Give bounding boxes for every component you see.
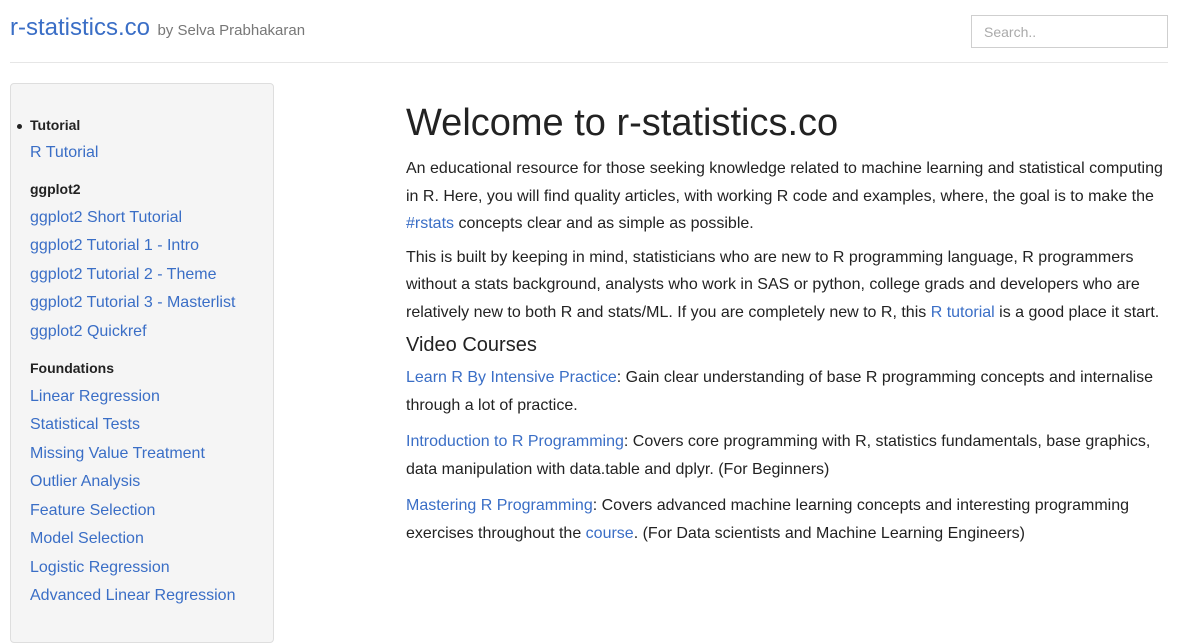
sidebar-item-feature-selection[interactable]: Feature Selection: [30, 502, 155, 520]
sidebar-heading-ggplot2: ggplot2: [30, 181, 81, 197]
r-tutorial-link[interactable]: R tutorial: [931, 304, 995, 321]
byline: by Selva Prabhakaran: [157, 22, 306, 39]
audience-paragraph: This is built by keeping in mind, statis…: [406, 244, 1176, 327]
intro-paragraph: An educational resource for those seekin…: [406, 155, 1176, 238]
course-description-end: . (For Data scientists and Machine Learn…: [633, 524, 1026, 542]
sidebar-heading-tutorial: Tutorial: [30, 117, 81, 133]
intro-text: An educational resource for those seekin…: [406, 160, 1163, 205]
sidebar-item-statistical-tests[interactable]: Statistical Tests: [30, 416, 140, 434]
main-content: Welcome to r-statistics.co An educationa…: [406, 100, 1176, 547]
sidebar-item-ggplot2-short-tutorial[interactable]: ggplot2 Short Tutorial: [30, 209, 182, 227]
sidebar-item-outlier-analysis[interactable]: Outlier Analysis: [30, 473, 140, 491]
course-link-intro-r-programming[interactable]: Introduction to R Programming: [406, 433, 624, 450]
sidebar-heading-foundations: Foundations: [30, 360, 114, 376]
course-item: Introduction to R Programming: Covers co…: [406, 428, 1176, 483]
site-header: r-statistics.co by Selva Prabhakaran: [10, 0, 1168, 63]
page-title: Welcome to r-statistics.co: [406, 102, 839, 144]
rstats-link[interactable]: #rstats: [406, 215, 454, 232]
sidebar-item-advanced-linear-regression[interactable]: Advanced Linear Regression: [30, 587, 235, 605]
course-link-intensive-practice[interactable]: Learn R By Intensive Practice: [406, 369, 617, 386]
course-item: Learn R By Intensive Practice: Gain clea…: [406, 364, 1176, 419]
sidebar-item-linear-regression[interactable]: Linear Regression: [30, 388, 160, 406]
intro-text-end: concepts clear and as simple as possible…: [454, 215, 754, 232]
sidebar-item-missing-value-treatment[interactable]: Missing Value Treatment: [30, 445, 205, 463]
sidebar-item-ggplot2-tutorial-2[interactable]: ggplot2 Tutorial 2 - Theme: [30, 266, 216, 284]
video-courses-heading: Video Courses: [406, 334, 537, 356]
sidebar-nav: Tutorial R Tutorial ggplot2 ggplot2 Shor…: [10, 83, 274, 643]
sidebar-item-logistic-regression[interactable]: Logistic Regression: [30, 559, 170, 577]
search-input[interactable]: [971, 15, 1168, 48]
course-link-mastering-r[interactable]: Mastering R Programming: [406, 497, 593, 514]
brand: r-statistics.co by Selva Prabhakaran: [10, 14, 305, 42]
sidebar-item-ggplot2-tutorial-1[interactable]: ggplot2 Tutorial 1 - Intro: [30, 237, 199, 255]
bullet-icon: [17, 124, 22, 129]
audience-text-end: is a good place it start.: [994, 303, 1160, 321]
sidebar-item-ggplot2-tutorial-3[interactable]: ggplot2 Tutorial 3 - Masterlist: [30, 294, 235, 312]
sidebar-item-ggplot2-quickref[interactable]: ggplot2 Quickref: [30, 323, 147, 341]
course-item: Mastering R Programming: Covers advanced…: [406, 492, 1176, 547]
sidebar-item-model-selection[interactable]: Model Selection: [30, 530, 144, 548]
site-logo-link[interactable]: r-statistics.co: [10, 14, 150, 41]
sidebar-item-r-tutorial[interactable]: R Tutorial: [30, 144, 98, 162]
course-link[interactable]: course: [586, 525, 634, 542]
